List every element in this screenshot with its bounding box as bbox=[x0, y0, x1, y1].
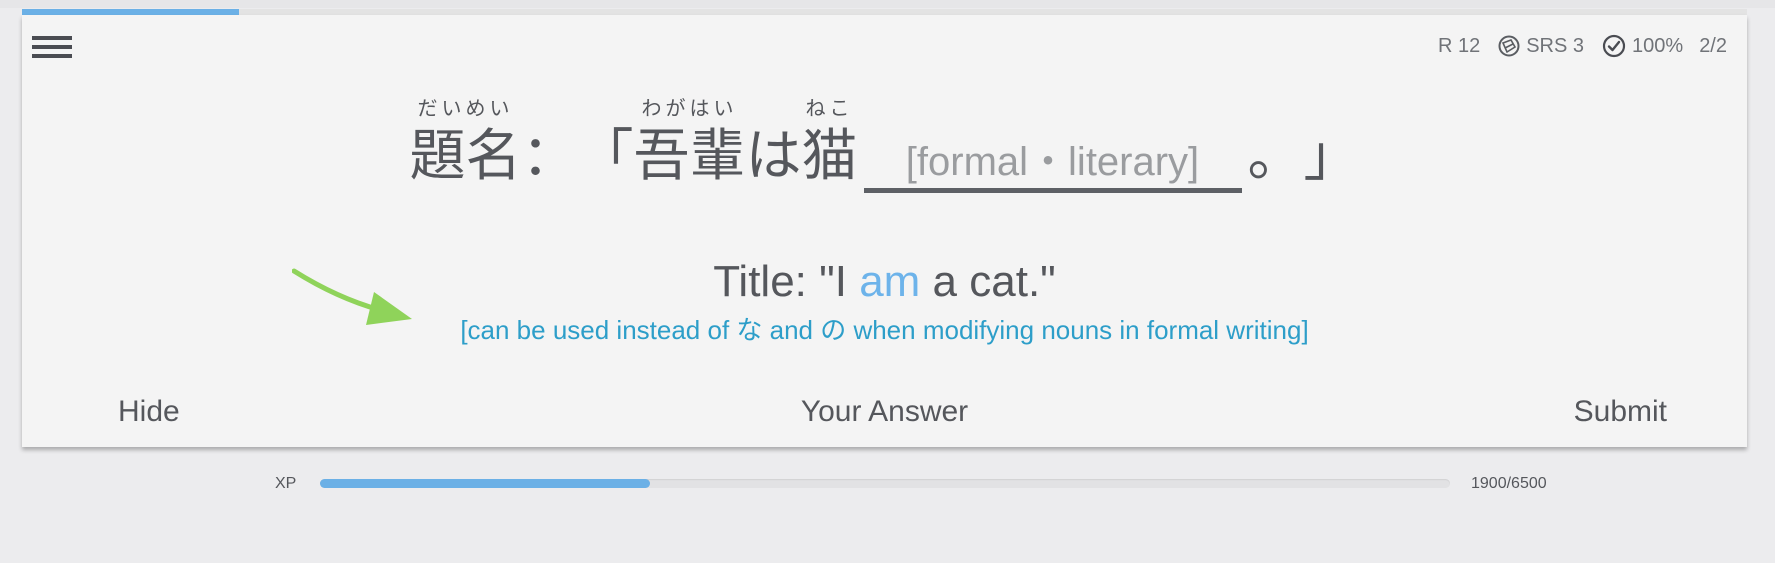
question-count-label: 2/2 bbox=[1699, 34, 1727, 57]
furigana-wagahai: わがはい bbox=[641, 96, 738, 120]
srs-level: SRS 3 bbox=[1498, 35, 1584, 58]
colon: ： bbox=[521, 124, 578, 189]
particle-wa: は bbox=[745, 124, 802, 189]
kanji-neko: 猫 bbox=[801, 124, 858, 189]
translation-after: a cat." bbox=[920, 257, 1056, 306]
open-quote-seg: 「 bbox=[578, 95, 634, 193]
submit-button[interactable]: Submit bbox=[1574, 395, 1667, 429]
menu-bar bbox=[32, 45, 72, 49]
menu-bar bbox=[32, 36, 72, 40]
xp-count: 1900/6500 bbox=[1471, 475, 1547, 492]
accuracy: 100% 2/2 bbox=[1602, 34, 1727, 58]
answer-placeholder: [formal・literary] bbox=[863, 121, 1242, 193]
colon-seg: ： bbox=[522, 95, 578, 193]
srs-icon bbox=[1498, 35, 1520, 57]
review-count: R 12 bbox=[1438, 35, 1480, 58]
ruby-neko: ねこ 猫 bbox=[802, 95, 858, 193]
accuracy-label: 100% bbox=[1632, 34, 1684, 57]
menu-icon[interactable] bbox=[32, 33, 72, 63]
kanji-daimei: 題名 bbox=[409, 124, 522, 189]
your-answer-button[interactable]: Your Answer bbox=[801, 395, 968, 428]
furigana-neko: ねこ bbox=[805, 96, 854, 120]
close-quote-seg: 」 bbox=[1304, 95, 1360, 193]
english-translation: Title: "I am a cat." bbox=[22, 257, 1747, 307]
stats-bar: R 12 SRS 3 100% 2/2 bbox=[1438, 32, 1727, 60]
period-seg: 。 bbox=[1248, 95, 1304, 193]
srs-level-label: SRS 3 bbox=[1526, 34, 1585, 57]
menu-bar bbox=[32, 54, 72, 58]
particle-seg: は bbox=[746, 95, 802, 193]
xp-progress-fill bbox=[320, 479, 651, 488]
xp-label: XP bbox=[275, 475, 297, 492]
period: 。 bbox=[1247, 124, 1304, 189]
hide-button[interactable]: Hide bbox=[118, 395, 180, 429]
close-quote: 」 bbox=[1303, 124, 1360, 189]
ruby-wagahai: わがはい 吾輩 bbox=[634, 95, 746, 193]
translation-before: Title: "I bbox=[713, 257, 860, 306]
question-card: R 12 SRS 3 100% 2/2 だいめい 題名 ： 「 わがはい 吾輩 … bbox=[22, 15, 1747, 447]
translation-highlight: am bbox=[859, 257, 921, 306]
grammar-hint: [can be used instead of な and の when mod… bbox=[460, 315, 1309, 345]
your-answer-row: Your Answer bbox=[22, 395, 1747, 429]
check-circle-icon bbox=[1602, 34, 1626, 58]
ruby-title: だいめい 題名 bbox=[410, 95, 522, 193]
answer-blank[interactable]: [formal・literary] bbox=[863, 95, 1242, 193]
window-top-edge bbox=[0, 0, 1775, 8]
question-sentence: だいめい 題名 ： 「 わがはい 吾輩 は ねこ 猫 [formal・liter… bbox=[22, 95, 1747, 193]
xp-progress-bar bbox=[320, 479, 1450, 488]
open-quote: 「 bbox=[577, 124, 634, 189]
review-count-label: R 12 bbox=[1437, 34, 1481, 57]
furigana-daimei: だいめい bbox=[417, 96, 514, 120]
kanji-wagahai: 吾輩 bbox=[633, 124, 746, 189]
